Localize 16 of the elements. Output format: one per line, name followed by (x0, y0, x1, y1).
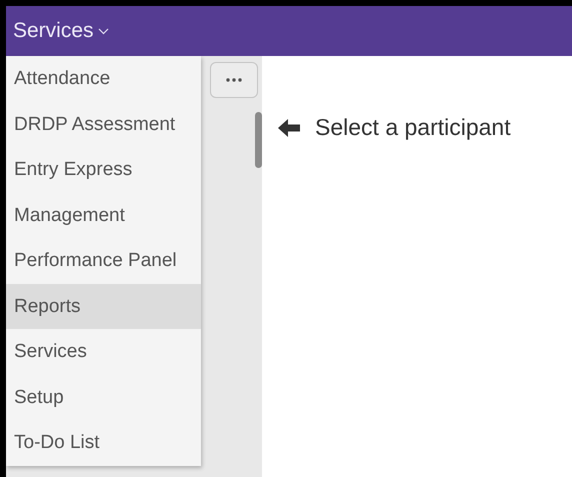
menu-item[interactable]: Performance Panel (6, 238, 201, 284)
menu-item[interactable]: DRDP Assessment (6, 102, 201, 147)
left-arrow-icon (278, 118, 302, 138)
scrollbar-thumb[interactable] (255, 112, 262, 168)
hint-text: Select a participant (315, 114, 511, 141)
menu-item[interactable]: Attendance (6, 56, 201, 102)
more-button[interactable] (210, 62, 258, 98)
services-dropdown[interactable]: Services (9, 19, 113, 43)
menu-item[interactable]: Entry Express (6, 147, 201, 192)
menu-item[interactable]: Setup (6, 374, 201, 420)
chevron-icon (98, 28, 109, 34)
menu-item[interactable]: To-Do List (6, 420, 201, 466)
ellipsis-icon (226, 78, 242, 82)
menu-item[interactable]: Management (6, 192, 201, 238)
menu-item[interactable]: Services (6, 329, 201, 374)
menu-item[interactable]: Reports (6, 284, 201, 329)
